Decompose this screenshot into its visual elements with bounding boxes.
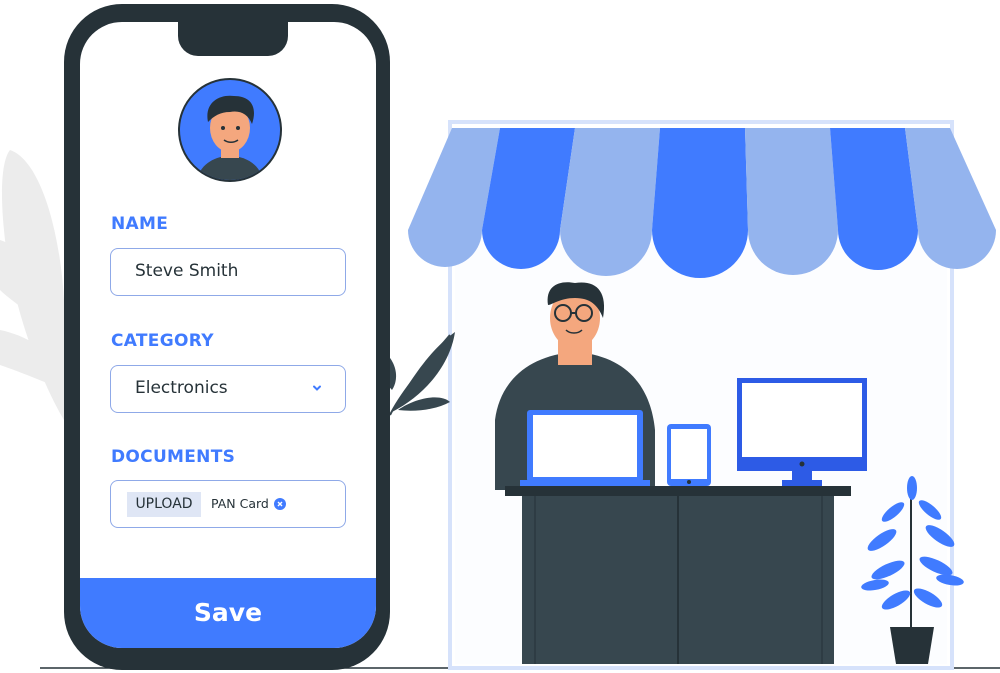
name-field[interactable]: Steve Smith	[110, 248, 346, 296]
category-label: CATEGORY	[111, 331, 214, 351]
shop-counter	[505, 486, 851, 664]
upload-button[interactable]: UPLOAD	[127, 492, 201, 517]
name-label: NAME	[111, 214, 169, 234]
chevron-down-icon	[313, 385, 321, 391]
documents-label: DOCUMENTS	[111, 447, 236, 467]
tablet-icon	[667, 424, 711, 486]
document-name: PAN Card	[211, 496, 269, 511]
category-value: Electronics	[135, 378, 228, 398]
phone-screen: NAME Steve Smith CATEGORY Electronics DO…	[80, 22, 376, 648]
illustration-scene: NAME Steve Smith CATEGORY Electronics DO…	[0, 0, 1000, 673]
close-icon[interactable]	[274, 498, 286, 510]
category-select[interactable]: Electronics	[110, 365, 346, 413]
side-plant-icon	[378, 332, 455, 416]
laptop-icon	[520, 410, 650, 486]
save-button[interactable]: Save	[80, 578, 376, 648]
monitor-icon	[737, 378, 867, 486]
user-avatar-icon	[178, 78, 282, 182]
documents-field: UPLOAD PAN Card	[110, 480, 346, 528]
background-leaf-icon	[0, 150, 64, 420]
phone-notch	[178, 18, 288, 56]
awning	[408, 128, 996, 278]
name-value: Steve Smith	[135, 261, 239, 281]
